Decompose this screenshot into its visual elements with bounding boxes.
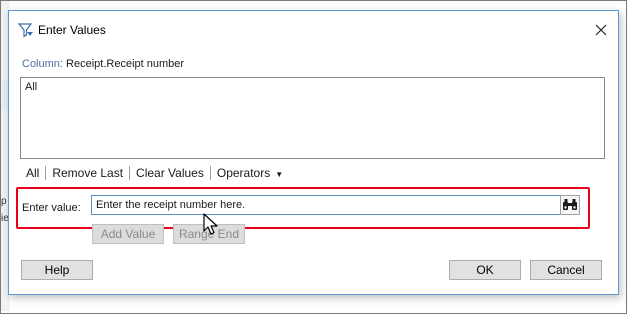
enter-value-input[interactable] bbox=[91, 195, 561, 215]
operators-dropdown[interactable]: Operators ▼ bbox=[211, 166, 289, 180]
operators-label: Operators bbox=[216, 166, 271, 180]
cancel-button[interactable]: Cancel bbox=[530, 260, 602, 280]
enter-values-dialog: Enter Values Column: Receipt.Receipt num… bbox=[8, 10, 619, 295]
values-toolbar: All Remove Last Clear Values Operators ▼ bbox=[20, 165, 289, 181]
browse-values-button[interactable] bbox=[560, 195, 580, 215]
enter-value-label: Enter value: bbox=[22, 202, 81, 214]
caret-down-icon: ▼ bbox=[275, 170, 284, 179]
column-value: Receipt.Receipt number bbox=[66, 58, 185, 70]
column-info: Column: Receipt.Receipt number bbox=[22, 58, 184, 70]
ok-button[interactable]: OK bbox=[449, 260, 521, 280]
column-label: Column: bbox=[22, 58, 63, 70]
binoculars-icon bbox=[563, 199, 577, 210]
mouse-pointer-icon bbox=[203, 213, 218, 235]
filter-funnel-icon bbox=[17, 23, 33, 38]
add-value-button[interactable]: Add Value bbox=[92, 224, 164, 244]
dialog-titlebar: Enter Values bbox=[9, 11, 618, 47]
values-list[interactable]: All bbox=[20, 77, 605, 159]
all-link[interactable]: All bbox=[20, 166, 45, 180]
dialog-title: Enter Values bbox=[38, 23, 106, 37]
background-text-fragment: p bbox=[1, 196, 7, 207]
help-button[interactable]: Help bbox=[21, 260, 93, 280]
close-icon bbox=[595, 24, 607, 36]
clear-values-link[interactable]: Clear Values bbox=[130, 166, 210, 180]
close-button[interactable] bbox=[590, 19, 612, 41]
list-item[interactable]: All bbox=[25, 81, 37, 93]
remove-last-link[interactable]: Remove Last bbox=[46, 166, 129, 180]
